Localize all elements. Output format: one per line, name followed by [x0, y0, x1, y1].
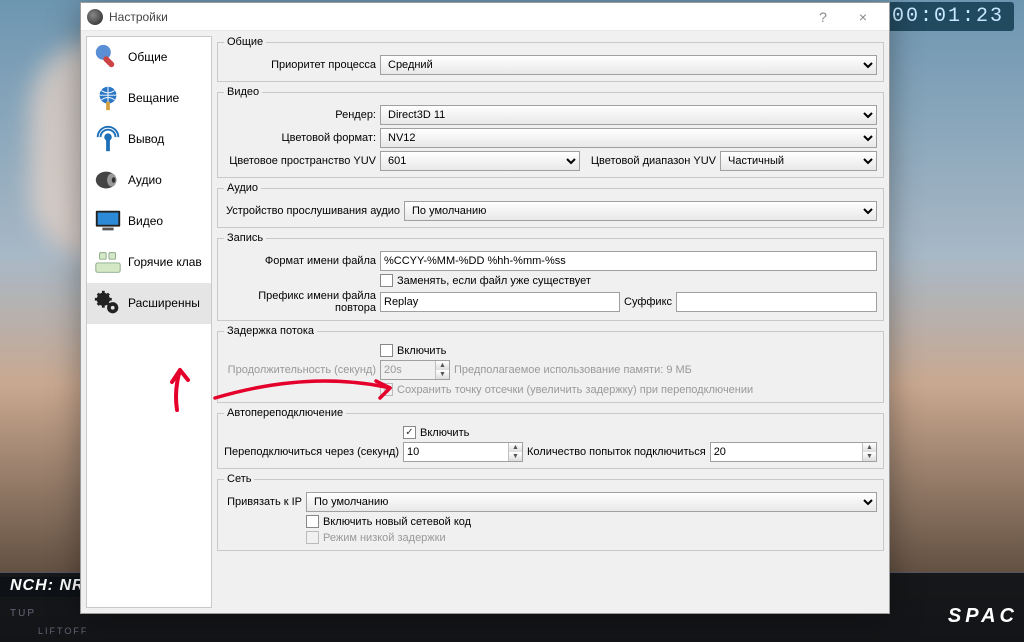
checkbox-label: Включить — [397, 345, 446, 357]
speaker-icon — [92, 164, 124, 196]
checkbox-icon[interactable] — [380, 274, 393, 287]
replace-checkbox-row[interactable]: Заменять, если файл уже существует — [380, 274, 591, 287]
sidebar-item-general[interactable]: Общие — [87, 37, 211, 78]
monitor-select[interactable]: По умолчанию — [404, 201, 877, 221]
sidebar-item-label: Вывод — [128, 132, 164, 146]
retry-delay-label: Переподключиться через (секунд) — [224, 446, 399, 458]
group-reconnect: Автопереподключение ✓ Включить Переподкл… — [217, 407, 884, 469]
sidebar-item-label: Вещание — [128, 91, 179, 105]
suffix-input[interactable] — [676, 292, 877, 312]
yuv-range-select[interactable]: Частичный — [720, 151, 877, 171]
preserve-cutoff-checkbox: ✓ Сохранить точку отсечки (увеличить зад… — [380, 383, 753, 396]
prefix-label: Префикс имени файла повтора — [224, 290, 376, 314]
video-timer: 00:01:23 — [882, 2, 1014, 31]
checkbox-icon[interactable] — [380, 344, 393, 357]
prefix-input[interactable] — [380, 292, 620, 312]
checkbox-label: Заменять, если файл уже существует — [397, 275, 591, 287]
bg-text-2: LIFTOFF — [38, 626, 88, 636]
filename-format-input[interactable] — [380, 251, 877, 271]
globe-icon — [92, 82, 124, 114]
bind-select[interactable]: По умолчанию — [306, 492, 877, 512]
checkbox-label: Включить — [420, 427, 469, 439]
sidebar-item-stream[interactable]: Вещание — [87, 78, 211, 119]
group-legend: Сеть — [224, 473, 254, 485]
filename-format-label: Формат имени файла — [224, 255, 376, 267]
chevron-down-icon[interactable]: ▼ — [509, 452, 522, 461]
checkbox-label: Сохранить точку отсечки (увеличить задер… — [397, 384, 753, 396]
priority-select[interactable]: Средний — [380, 55, 877, 75]
yuv-range-label: Цветовой диапазон YUV — [584, 155, 716, 167]
chevron-down-icon[interactable]: ▼ — [863, 452, 876, 461]
chevron-down-icon: ▼ — [436, 370, 449, 379]
duration-spinbox: 20s ▲▼ — [380, 360, 450, 380]
chevron-up-icon: ▲ — [436, 361, 449, 370]
brand-partial: SPAC — [948, 605, 1018, 628]
sidebar-item-label: Аудио — [128, 173, 162, 187]
settings-window: Настройки ? × Общие Вещание Вы — [80, 2, 890, 614]
suffix-label: Суффикс — [624, 296, 672, 308]
sidebar-item-label: Расширенны — [128, 296, 200, 310]
duration-label: Продолжительность (секунд) — [224, 364, 376, 376]
sidebar-item-label: Видео — [128, 214, 163, 228]
group-legend: Запись — [224, 232, 266, 244]
chevron-up-icon[interactable]: ▲ — [863, 443, 876, 452]
sidebar-item-label: Горячие клав — [128, 255, 202, 269]
close-button[interactable]: × — [843, 3, 883, 31]
sidebar-item-audio[interactable]: Аудио — [87, 160, 211, 201]
monitor-label: Устройство прослушивания аудио — [224, 205, 400, 217]
checkbox-icon[interactable] — [306, 515, 319, 528]
retry-delay-spinbox[interactable]: 10 ▲▼ — [403, 442, 523, 462]
sidebar: Общие Вещание Вывод Аудио — [86, 36, 212, 608]
checkbox-icon: ✓ — [380, 383, 393, 396]
delay-enable-checkbox[interactable]: Включить — [380, 344, 446, 357]
window-title: Настройки — [109, 10, 803, 24]
new-netcode-checkbox[interactable]: Включить новый сетевой код — [306, 515, 471, 528]
color-format-label: Цветовой формат: — [224, 132, 376, 144]
chevron-up-icon[interactable]: ▲ — [509, 443, 522, 452]
sidebar-item-video[interactable]: Видео — [87, 201, 211, 242]
low-latency-checkbox: Режим низкой задержки — [306, 531, 446, 544]
obs-icon — [87, 9, 103, 25]
group-video: Видео Рендер: Direct3D 11 Цветовой форма… — [217, 86, 884, 178]
yuv-space-select[interactable]: 601 — [380, 151, 580, 171]
keyboard-icon — [92, 246, 124, 278]
group-recording: Запись Формат имени файла Заменять, если… — [217, 232, 884, 321]
render-label: Рендер: — [224, 109, 376, 121]
checkbox-icon — [306, 531, 319, 544]
sidebar-item-output[interactable]: Вывод — [87, 119, 211, 160]
monitor-icon — [92, 205, 124, 237]
group-legend: Автопереподключение — [224, 407, 346, 419]
group-legend: Задержка потока — [224, 325, 317, 337]
yuv-space-label: Цветовое пространство YUV — [224, 155, 376, 167]
group-general: Общие Приоритет процесса Средний — [217, 36, 884, 82]
sidebar-item-label: Общие — [128, 50, 167, 64]
color-format-select[interactable]: NV12 — [380, 128, 877, 148]
group-audio: Аудио Устройство прослушивания аудио По … — [217, 182, 884, 228]
titlebar[interactable]: Настройки ? × — [81, 3, 889, 31]
checkbox-label: Включить новый сетевой код — [323, 516, 471, 528]
attempts-spinbox[interactable]: 20 ▲▼ — [710, 442, 877, 462]
wrench-icon — [92, 41, 124, 73]
render-select[interactable]: Direct3D 11 — [380, 105, 877, 125]
sidebar-item-advanced[interactable]: Расширенны — [87, 283, 211, 324]
priority-label: Приоритет процесса — [224, 59, 376, 71]
bind-label: Привязать к IP — [224, 496, 302, 508]
bg-text-1: TUP — [10, 608, 36, 619]
settings-content: Общие Приоритет процесса Средний Видео Р… — [217, 36, 884, 608]
group-stream-delay: Задержка потока Включить Продолжительнос… — [217, 325, 884, 403]
reconnect-enable-checkbox[interactable]: ✓ Включить — [403, 426, 469, 439]
group-legend: Общие — [224, 36, 266, 48]
attempts-label: Количество попыток подключиться — [527, 446, 706, 458]
help-button[interactable]: ? — [803, 3, 843, 31]
group-legend: Аудио — [224, 182, 261, 194]
checkbox-icon[interactable]: ✓ — [403, 426, 416, 439]
group-legend: Видео — [224, 86, 262, 98]
group-network: Сеть Привязать к IP По умолчанию Включит… — [217, 473, 884, 551]
broadcast-icon — [92, 123, 124, 155]
checkbox-label: Режим низкой задержки — [323, 532, 446, 544]
gears-icon — [92, 287, 124, 319]
sidebar-item-hotkeys[interactable]: Горячие клав — [87, 242, 211, 283]
memory-note: Предполагаемое использование памяти: 9 М… — [454, 364, 692, 376]
